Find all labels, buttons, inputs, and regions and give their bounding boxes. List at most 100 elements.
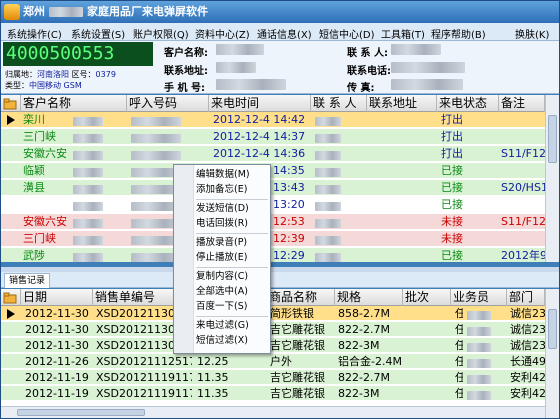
menu-skin[interactable]: 换肤(K) [515, 26, 549, 41]
cell-contact [313, 231, 343, 247]
col-incoming-number[interactable]: 呼入号码 [127, 95, 209, 112]
col-date[interactable]: 日期 [21, 289, 93, 306]
context-menu-item[interactable]: 发送短信(D) [196, 202, 268, 216]
menu-help[interactable]: 程序帮助(B) [431, 26, 486, 41]
customer-name-label: 客户名称: [164, 48, 208, 59]
col-status[interactable]: 来电状态 [437, 95, 499, 112]
context-menu-item[interactable]: 百度一下(S) [196, 300, 268, 314]
cell-customer-name-blurred [71, 112, 105, 128]
sales-row[interactable]: 2012-11-30 XSD20121130176 简形铁银 858-2.7M 任诚信2… [1, 306, 545, 321]
cell-incoming-number [129, 146, 183, 162]
col-batch[interactable]: 批次 [403, 289, 451, 306]
cell-note: S20/HS14 [501, 181, 549, 194]
col-contact[interactable]: 联 系 人 [311, 95, 367, 112]
context-menu-item[interactable]: 复制内容(C) [196, 270, 268, 284]
context-menu-item[interactable]: 全部选中(A) [196, 285, 268, 299]
cell-note: 2012年9 [501, 249, 547, 262]
context-menu-item[interactable]: 停止播放(E) [196, 251, 268, 265]
col-dept[interactable]: 部门 [507, 289, 545, 306]
context-menu-item[interactable]: 短信过滤(X) [196, 334, 268, 348]
cell-agent-blurred [465, 322, 493, 338]
sales-row[interactable]: 2012-11-19 XSD20121119117453 11.35 吉它雕花银 822… [1, 386, 545, 401]
cell-dept: 长通49 [510, 355, 545, 368]
cell-product: 吉它雕花银 [270, 371, 325, 384]
cell-note [499, 231, 549, 247]
context-menu-item[interactable]: 编辑数据(M) [196, 168, 268, 182]
menu-sms[interactable]: 短信中心(D) [319, 26, 375, 41]
contact-phone-label: 联系电话: [347, 66, 391, 77]
cell-customer-name [21, 197, 71, 213]
sales-row[interactable]: 2012-11-19 XSD20121119117453 11.35 吉它雕花银 822… [1, 370, 545, 385]
cell-contact [313, 197, 343, 213]
col-note[interactable]: 备注 [499, 95, 545, 112]
cell-contact [313, 112, 343, 128]
cell-dept: 诚信23 [510, 323, 545, 336]
customer-name-value [216, 44, 264, 55]
col-agent[interactable]: 业务员 [451, 289, 507, 306]
col-spec[interactable]: 规格 [335, 289, 403, 306]
context-menu-separator [196, 267, 268, 268]
folder-icon [1, 95, 21, 112]
menu-data-center[interactable]: 资料中心(Z) [195, 26, 250, 41]
row-pointer-icon [5, 112, 19, 128]
title-bar[interactable]: 郑州 家庭用品厂来电弹屏软件 [1, 1, 559, 23]
fax-label: 传 真: [347, 83, 375, 94]
cell-date: 2012-11-19 [25, 387, 89, 400]
mobile-value [216, 79, 286, 90]
sales-vscroll[interactable] [545, 289, 559, 418]
cell-customer-name-blurred [71, 129, 105, 145]
call-log-row[interactable]: 13:20 已接 [1, 197, 545, 213]
menu-system[interactable]: 系统操作(C) [7, 26, 62, 41]
call-log-vscroll[interactable] [545, 95, 559, 262]
call-log-row[interactable]: 临颖 14:35 已接 [1, 163, 545, 179]
col-call-time[interactable]: 来电时间 [209, 95, 311, 112]
cell-customer-name-blurred [71, 163, 105, 179]
tab-sales-records[interactable]: 销售记录 [4, 273, 51, 288]
caller-info-panel: 4000500553 归属地：河南洛阳 区号：0379 类型：中国移动 GSM … [1, 41, 559, 94]
sales-row[interactable]: 2012-11-30 XSD20121130176 吉它雕花银 822-3M 任诚信23 [1, 338, 545, 353]
call-log-row[interactable]: 潢县13:43已接S20/HS14 [1, 180, 549, 196]
cell-status: 已接 [441, 164, 463, 177]
call-log-row[interactable]: 安徽六安 2012-12-4 14:36 打出 S11/F120 [1, 146, 549, 162]
cell-customer-name: 三门峡 [23, 232, 56, 245]
cell-note [499, 163, 549, 179]
col-address[interactable]: 联系地址 [367, 95, 437, 112]
context-menu-item[interactable]: 添加备忘(E) [196, 183, 268, 197]
cell-price: 11.35 [197, 387, 229, 400]
context-menu-separator [196, 316, 268, 317]
call-log-row[interactable]: 三门峡 12:39 未接 [1, 231, 545, 247]
cell-contact [313, 214, 343, 230]
col-product[interactable]: 商品名称 [267, 289, 335, 306]
cell-agent: 任 [455, 307, 463, 320]
row-pointer-icon [5, 306, 19, 322]
cell-sales-no: XSD20121119117453 [96, 371, 192, 384]
context-menu-item[interactable]: 来电过滤(G) [196, 319, 268, 333]
cell-status: 已接 [441, 198, 463, 211]
contact-phone-value [391, 62, 465, 73]
menu-toolbox[interactable]: 工具箱(T) [381, 26, 425, 41]
cell-product: 户外 [270, 355, 292, 368]
sales-hscroll[interactable] [1, 406, 545, 418]
cell-call-time: 2012-12-4 14:36 [213, 147, 306, 160]
context-menu-item[interactable]: 播放录音(P) [196, 236, 268, 250]
call-log-row[interactable]: 武陟 12:29 已接 2012年9 [1, 248, 547, 262]
call-log-row[interactable]: 安徽六安 12:53 未接 S11/F120 [1, 214, 549, 230]
cell-spec: 858-2.7M [338, 307, 390, 320]
cell-spec: 822-2.7M [338, 371, 390, 384]
sales-row[interactable]: 2012-11-30 XSD20121130176 吉它雕花银 822-2.7M 任诚信… [1, 322, 545, 337]
menu-account[interactable]: 账户权限(Q) [133, 26, 189, 41]
cell-product: 简形铁银 [270, 307, 314, 320]
call-log-row[interactable]: 三门峡 2012-12-4 14:37 打出 [1, 129, 545, 145]
context-menu-item[interactable]: 电话回拨(R) [196, 217, 268, 231]
menu-settings[interactable]: 系统设置(S) [71, 26, 125, 41]
cell-note: S11/F120 [501, 147, 549, 160]
cell-customer-name: 武陟 [23, 249, 45, 262]
sales-row[interactable]: 2012-11-26 XSD20121112517554 12.25 户外 铝合金-2.… [1, 354, 545, 369]
menu-call-info[interactable]: 通话信息(X) [257, 26, 312, 41]
cell-incoming-number [129, 129, 183, 145]
window-title: 郑州 家庭用品厂来电弹屏软件 [23, 5, 208, 18]
call-log-row[interactable]: 栾川 2012-12-4 14:42 打出 [1, 112, 545, 128]
col-customer-name[interactable]: 客户名称 [21, 95, 127, 112]
context-menu: 编辑数据(M) 添加备忘(E) 发送短信(D) 电话回拨(R) 播放录音(P) 停止播放(… [173, 164, 271, 354]
cell-customer-name-blurred [71, 180, 105, 196]
